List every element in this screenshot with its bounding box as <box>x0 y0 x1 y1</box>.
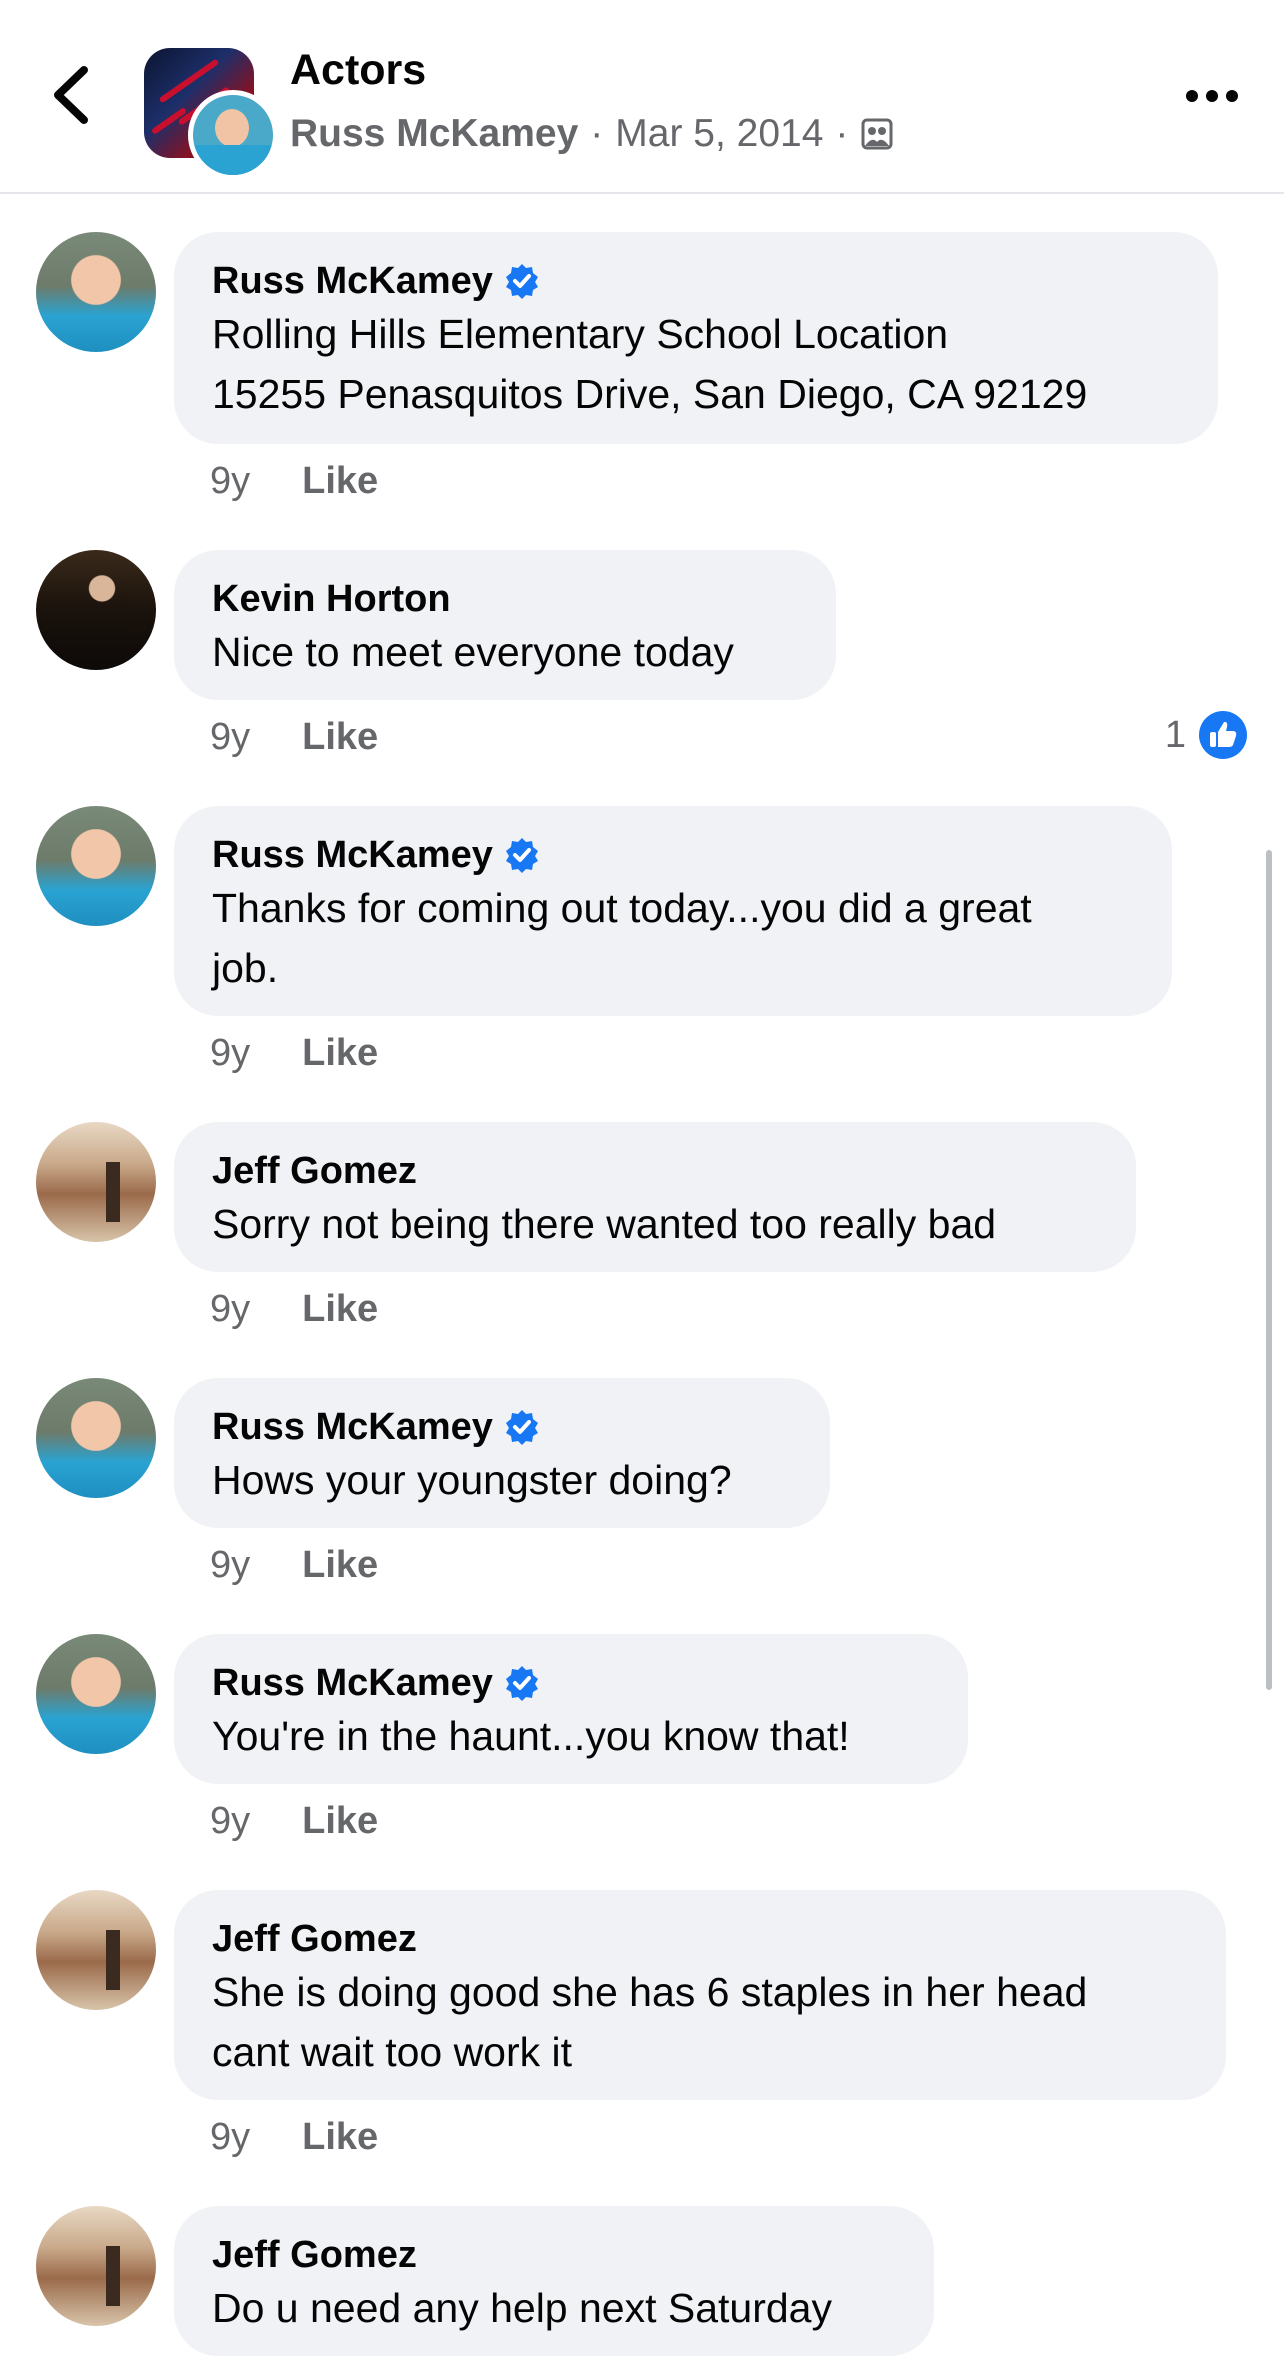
post-author[interactable]: Russ McKamey <box>290 112 578 156</box>
group-title[interactable]: Actors <box>290 46 426 95</box>
comment-age[interactable]: 9y <box>210 1544 250 1587</box>
like-button[interactable]: Like <box>302 460 378 503</box>
commenter-avatar[interactable] <box>36 1122 156 1242</box>
commenter-avatar[interactable] <box>36 1634 156 1754</box>
comment-actions: 9y Like <box>210 1032 378 1075</box>
comment-bubble[interactable]: Jeff Gomez Do u need any help next Satur… <box>174 2206 934 2356</box>
post-date[interactable]: Mar 5, 2014 <box>615 112 823 156</box>
comment-bubble[interactable]: Russ McKamey Thanks for coming out today… <box>174 806 1172 1016</box>
comment-text: Rolling Hills Elementary School Location… <box>212 311 1088 417</box>
commenter-avatar[interactable] <box>36 2206 156 2326</box>
comment-bubble[interactable]: Kevin Horton Nice to meet everyone today <box>174 550 836 700</box>
comment-bubble[interactable]: Jeff Gomez She is doing good she has 6 s… <box>174 1890 1226 2100</box>
commenter-avatar[interactable] <box>36 1378 156 1498</box>
comment-bubble[interactable]: Jeff Gomez Sorry not being there wanted … <box>174 1122 1136 1272</box>
verified-badge-icon <box>505 264 538 299</box>
comment-text: She is doing good she has 6 staples in h… <box>212 1969 1088 2075</box>
author-avatar[interactable] <box>188 90 278 180</box>
reaction-count: 1 <box>1164 713 1186 756</box>
comment-actions: 9y Like <box>210 1544 378 1587</box>
comment-text: Sorry not being there wanted too really … <box>212 1201 997 1247</box>
comment-actions: 9y Like <box>210 1800 378 1843</box>
commenter-avatar[interactable] <box>36 550 156 670</box>
commenter-avatar[interactable] <box>36 232 156 352</box>
commenter-avatar[interactable] <box>36 1890 156 2010</box>
comment-text: Do u need any help next Saturday <box>212 2285 832 2331</box>
verified-badge-icon <box>505 1666 538 1701</box>
comment-text: Hows your youngster doing? <box>212 1457 732 1503</box>
commenter-name[interactable]: Jeff Gomez <box>212 1148 417 1194</box>
like-button[interactable]: Like <box>302 1544 378 1587</box>
group-icon <box>861 118 893 150</box>
comment-actions: 9y Like <box>210 716 378 759</box>
commenter-name[interactable]: Russ McKamey <box>212 1660 493 1706</box>
comment-actions: 9y Like <box>210 2116 378 2159</box>
post-meta: Russ McKamey · Mar 5, 2014 · <box>290 112 894 156</box>
like-button[interactable]: Like <box>302 716 378 759</box>
like-button[interactable]: Like <box>302 1288 378 1331</box>
comment-age[interactable]: 9y <box>210 460 250 503</box>
reaction-summary[interactable]: 1 <box>1165 710 1248 760</box>
comment-actions: 9y Like <box>210 460 378 503</box>
verified-badge-icon <box>505 838 538 873</box>
comment-age[interactable]: 9y <box>210 1288 250 1331</box>
like-button[interactable]: Like <box>302 1032 378 1075</box>
comment-bubble[interactable]: Russ McKamey Rolling Hills Elementary Sc… <box>174 232 1218 444</box>
commenter-avatar[interactable] <box>36 806 156 926</box>
comment-text: Nice to meet everyone today <box>212 629 734 675</box>
chevron-left-icon[interactable] <box>44 62 98 128</box>
commenter-name[interactable]: Jeff Gomez <box>212 1916 417 1962</box>
comment-age[interactable]: 9y <box>210 1032 250 1075</box>
comment-text: Thanks for coming out today...you did a … <box>212 885 1032 991</box>
commenter-name[interactable]: Kevin Horton <box>212 576 451 622</box>
commenter-name[interactable]: Russ McKamey <box>212 258 493 304</box>
comment-bubble[interactable]: Russ McKamey Hows your youngster doing? <box>174 1378 830 1528</box>
separator: · <box>835 112 849 155</box>
comment-age[interactable]: 9y <box>210 1800 250 1843</box>
separator: · <box>590 112 604 155</box>
comment-bubble[interactable]: Russ McKamey You're in the haunt...you k… <box>174 1634 968 1784</box>
more-horizontal-icon[interactable] <box>1184 86 1240 106</box>
comment-text: You're in the haunt...you know that! <box>212 1713 850 1759</box>
like-button[interactable]: Like <box>302 2116 378 2159</box>
comment-age[interactable]: 9y <box>210 716 250 759</box>
like-button[interactable]: Like <box>302 1800 378 1843</box>
like-reaction-icon <box>1199 711 1247 759</box>
commenter-name[interactable]: Russ McKamey <box>212 1404 493 1450</box>
post-header: Actors Russ McKamey · Mar 5, 2014 · <box>0 0 1284 194</box>
comment-actions: 9y Like <box>210 1288 378 1331</box>
scrollbar[interactable] <box>1266 850 1272 1690</box>
comment-age[interactable]: 9y <box>210 2116 250 2159</box>
commenter-name[interactable]: Jeff Gomez <box>212 2232 417 2278</box>
verified-badge-icon <box>505 1410 538 1445</box>
commenter-name[interactable]: Russ McKamey <box>212 832 493 878</box>
